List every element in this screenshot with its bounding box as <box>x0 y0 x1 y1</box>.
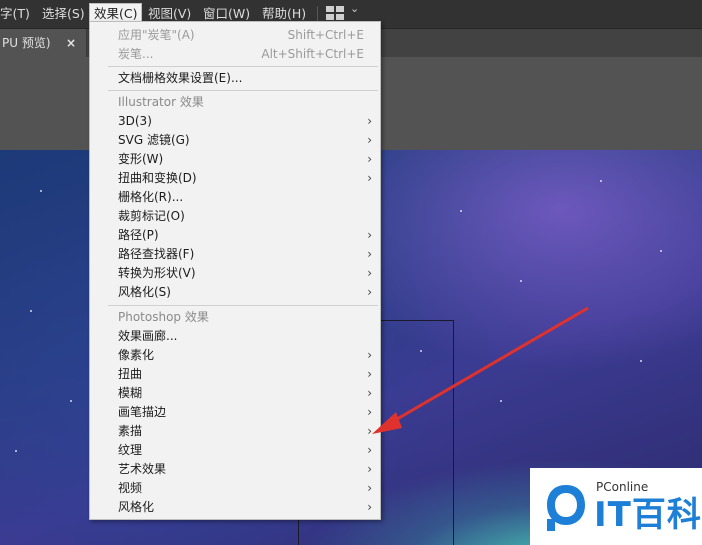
pconline-mark-icon <box>547 485 585 531</box>
annotation-arrow <box>372 306 589 434</box>
logo-brand-text: PConline <box>596 480 649 494</box>
logo-name-text: IT百科 <box>594 495 702 535</box>
pconline-logo: PConline IT百科 <box>530 468 702 545</box>
